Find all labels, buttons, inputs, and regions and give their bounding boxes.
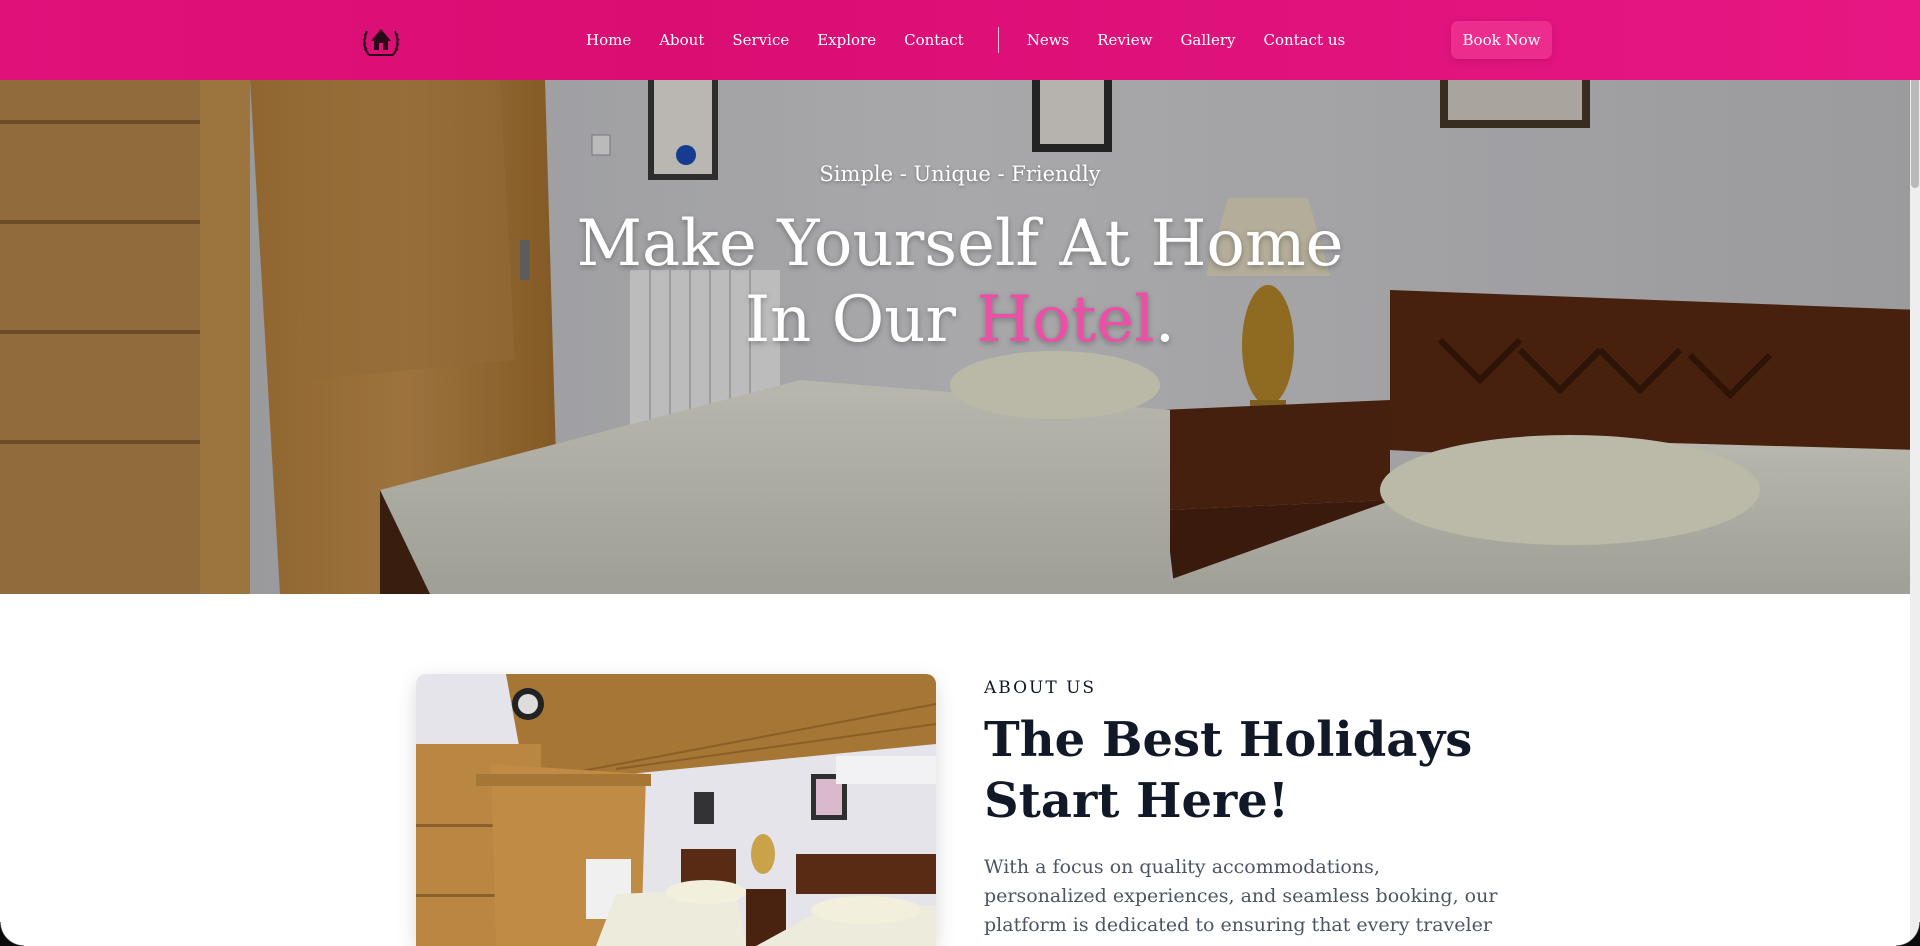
nav-service[interactable]: Service (732, 31, 789, 49)
hero-title-suffix: . (1154, 283, 1176, 357)
nav-home[interactable]: Home (586, 31, 631, 49)
hero-title-line1: Make Yourself At Home (576, 207, 1344, 281)
page-scrollbar[interactable] (1910, 0, 1920, 946)
about-eyebrow: ABOUT US (984, 678, 1097, 698)
nav-divider (997, 27, 999, 53)
nav-contact[interactable]: Contact (904, 31, 964, 49)
main-navigation: Home About Service Explore Contact News … (586, 0, 1373, 80)
about-description: With a focus on quality accommodations, … (984, 856, 1498, 946)
hero-title-accent: Hotel (976, 283, 1155, 357)
hero-title: Make Yourself At Home In Our Hotel. (0, 206, 1920, 358)
nav-explore[interactable]: Explore (817, 31, 876, 49)
hero-section: Simple - Unique - Friendly Make Yourself… (0, 80, 1920, 594)
window-corner-left (0, 922, 24, 946)
nav-gallery[interactable]: Gallery (1180, 31, 1235, 49)
about-title: The Best Holidays Start Here! (984, 712, 1473, 829)
window-corner-right (1896, 922, 1920, 946)
top-navbar: Home About Service Explore Contact News … (0, 0, 1920, 80)
hero-title-line2-prefix: In Our (744, 283, 977, 357)
hero-tagline: Simple - Unique - Friendly (819, 162, 1101, 186)
nav-contact-us[interactable]: Contact us (1263, 31, 1345, 49)
nav-news[interactable]: News (1027, 31, 1070, 49)
nav-review[interactable]: Review (1097, 31, 1152, 49)
hotel-logo-icon[interactable] (352, 18, 410, 60)
nav-about[interactable]: About (659, 31, 704, 49)
about-room-image (416, 674, 936, 946)
book-now-button[interactable]: Book Now (1451, 21, 1552, 59)
